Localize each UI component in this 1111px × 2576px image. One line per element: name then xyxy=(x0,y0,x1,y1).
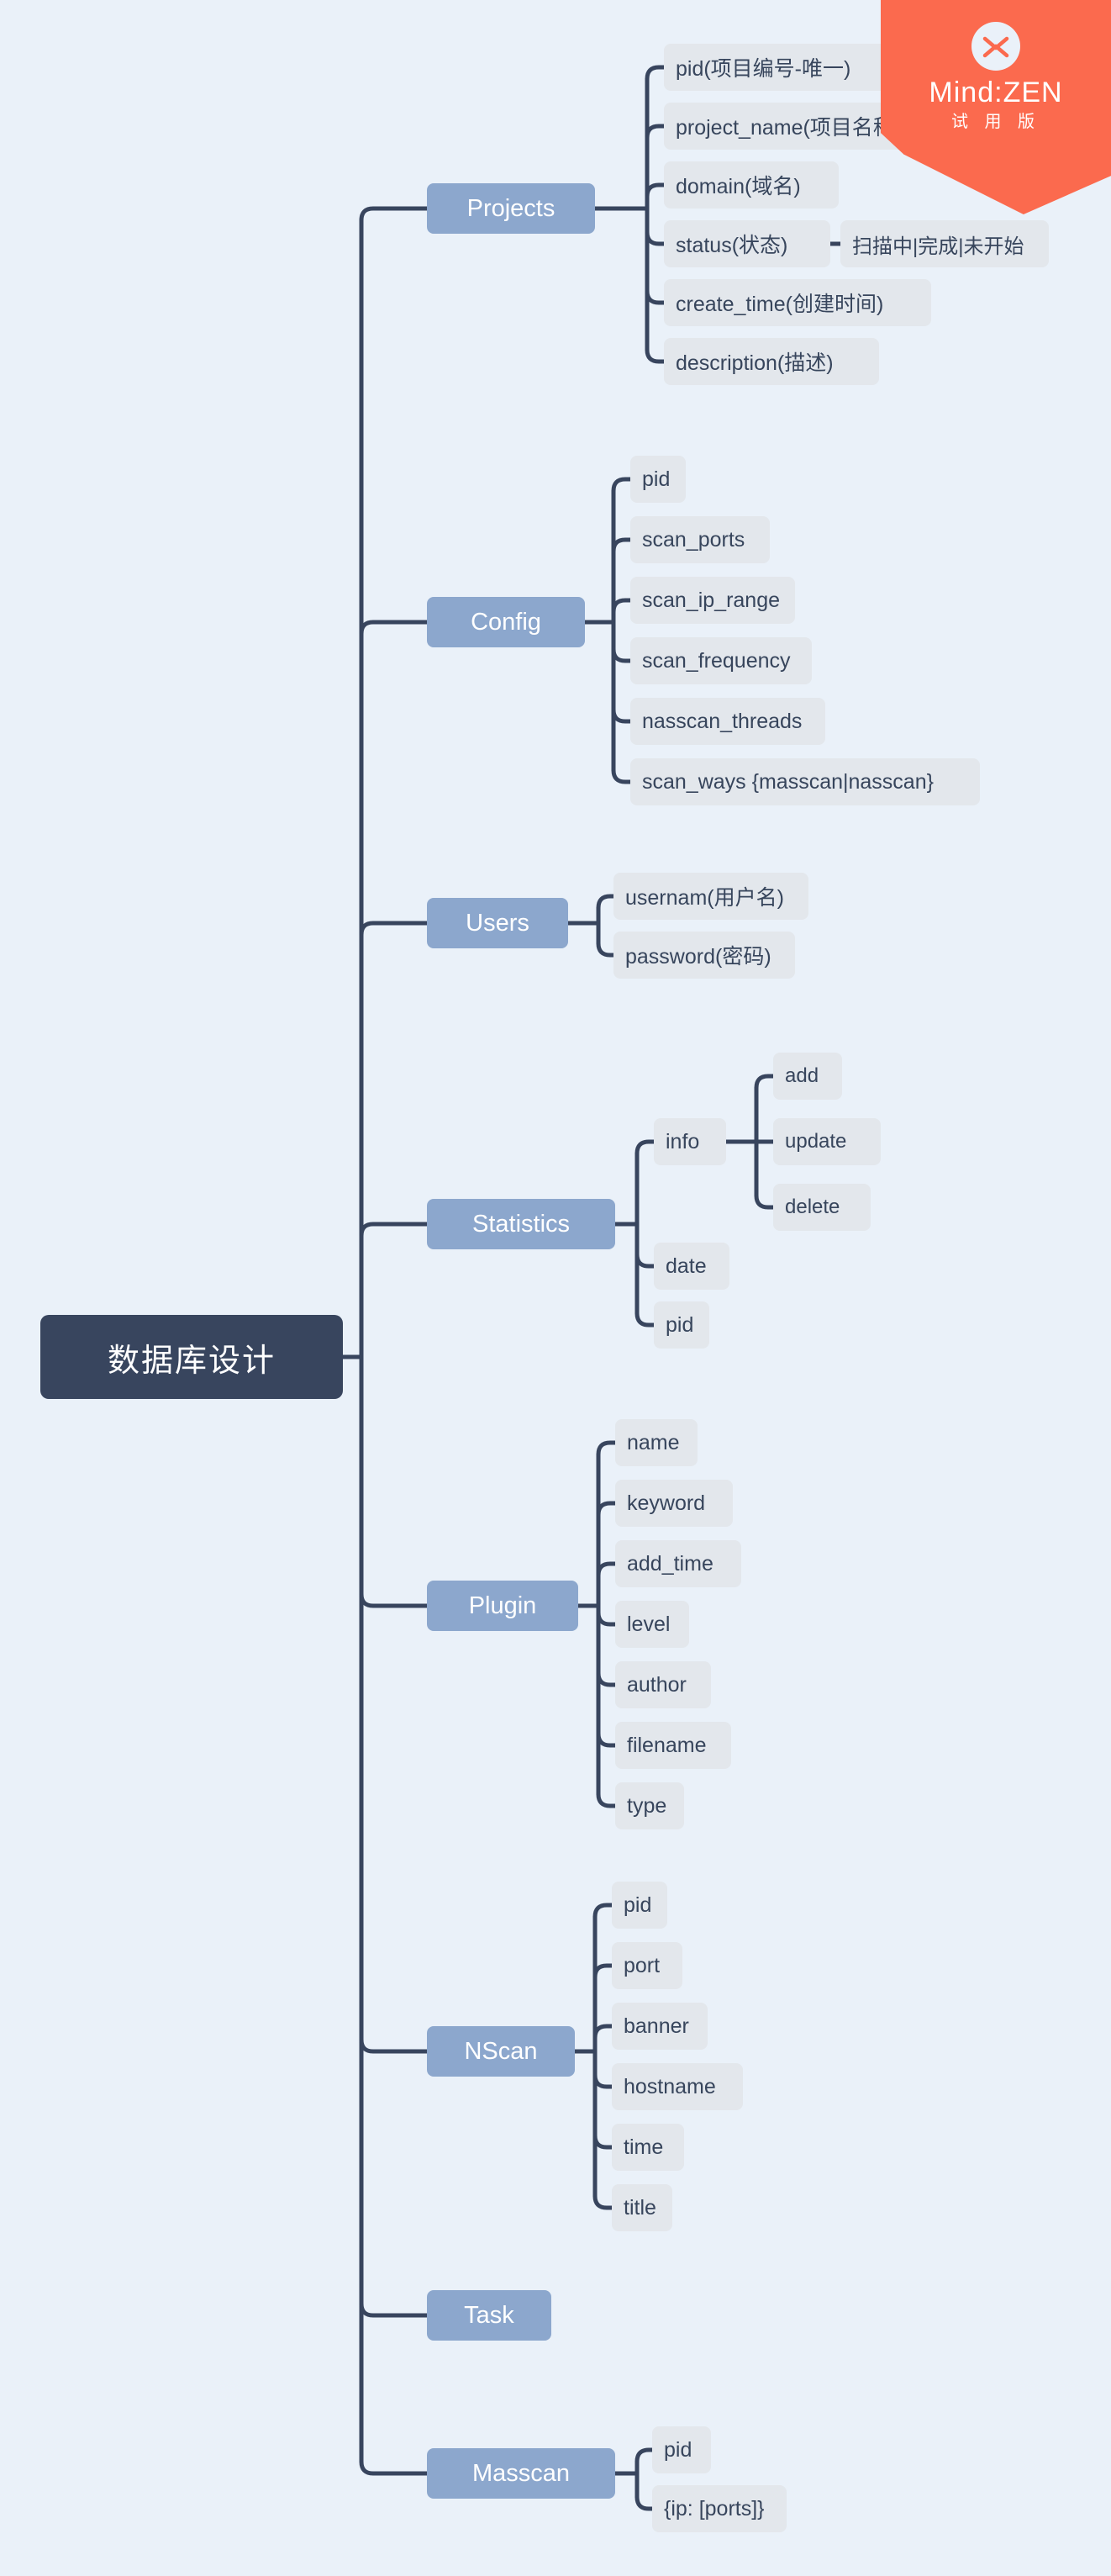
watermark-title: Mind:ZEN xyxy=(929,77,1063,108)
branch-node-masscan-label: Masscan xyxy=(471,2459,571,2487)
root-node[interactable]: 数据库设计 xyxy=(40,1315,343,1399)
leaf-node-pid[interactable]: pid xyxy=(630,456,686,503)
leaf-node-type-label: type xyxy=(627,1793,667,1818)
branch-node-config[interactable]: Config xyxy=(427,597,585,647)
leaf-node-hostname-label: hostname xyxy=(624,2074,716,2098)
leaf-node-update-label: update xyxy=(785,1130,847,1153)
leaf-node-pid[interactable]: pid xyxy=(654,1301,709,1349)
leaf-node-level[interactable]: level xyxy=(615,1601,689,1648)
branch-node-masscan[interactable]: Masscan xyxy=(427,2448,615,2499)
leaf-node-filename[interactable]: filename xyxy=(615,1722,731,1769)
leaf-node-time[interactable]: time xyxy=(612,2124,684,2171)
leaf-node-scan-ways-masscan-nasscan[interactable]: scan_ways {masscan|nasscan} xyxy=(630,758,980,805)
watermark-subtitle: 试 用 版 xyxy=(950,113,1041,131)
branch-node-nscan[interactable]: NScan xyxy=(427,2026,575,2077)
branch-node-config-label: Config xyxy=(471,608,541,636)
leaf-node-usernam[interactable]: usernam(用户名) xyxy=(613,873,808,920)
leaf-node-pid[interactable]: pid(项目编号-唯一) xyxy=(664,44,889,91)
branch-node-projects-label: Projects xyxy=(466,194,556,222)
leaf-node-delete[interactable]: delete xyxy=(773,1184,871,1231)
leaf-node-port-label: port xyxy=(624,1953,661,1977)
leaf-node-info[interactable]: info xyxy=(654,1118,726,1165)
leaf-node-nasscan-threads-label: nasscan_threads xyxy=(642,709,803,733)
leaf-node-scan-ip-range-label: scan_ip_range xyxy=(642,588,781,612)
leaf-node-pid-label: pid xyxy=(642,467,671,491)
root-node-label: 数据库设计 xyxy=(107,1343,276,1379)
leaf-node-author-label: author xyxy=(627,1672,687,1697)
leaf-node-date[interactable]: date xyxy=(654,1243,729,1290)
leaf-node-status[interactable]: status(状态) xyxy=(664,220,830,267)
branch-node-statistics-label: Statistics xyxy=(471,1210,571,1238)
leaf-node-scan-frequency-label: scan_frequency xyxy=(642,648,791,673)
leaf-node-create-time[interactable]: create_time(创建时间) xyxy=(664,279,931,326)
mindmap-canvas: 数据库设计 Projects pid(项目编号-唯一) project_name(项目… xyxy=(0,0,1111,2576)
branch-node-projects[interactable]: Projects xyxy=(427,183,595,234)
leaf-node-password-label: password(密码) xyxy=(625,945,771,969)
leaf-node-pid[interactable]: pid xyxy=(652,2426,711,2473)
leaf-node-add-time-label: add_time xyxy=(627,1551,713,1576)
branch-node-users[interactable]: Users xyxy=(427,898,568,948)
trial-watermark: Mind:ZEN 试 用 版 xyxy=(881,0,1111,214)
leaf-node-type[interactable]: type xyxy=(615,1782,684,1829)
leaf-node-ip-ports[interactable]: {ip: [ports]} xyxy=(652,2485,787,2532)
leaf-node-create-time-label: create_time(创建时间) xyxy=(676,293,884,316)
branch-node-plugin[interactable]: Plugin xyxy=(427,1581,578,1631)
branch-node-nscan-label: NScan xyxy=(464,2037,538,2065)
leaf-node-usernam-label: usernam(用户名) xyxy=(625,886,784,910)
leaf-node-domain-label: domain(域名) xyxy=(676,175,801,198)
leaf-node-add[interactable]: add xyxy=(773,1053,842,1100)
leaf-node-scan-ip-range[interactable]: scan_ip_range xyxy=(630,577,795,624)
watermark-inner: Mind:ZEN 试 用 版 xyxy=(881,0,1111,135)
leaf-node-banner-label: banner xyxy=(624,2014,689,2038)
leaf-node-author[interactable]: author xyxy=(615,1661,711,1708)
branch-node-plugin-label: Plugin xyxy=(468,1592,537,1619)
branch-node-task[interactable]: Task xyxy=(427,2290,551,2341)
leaf-node-date-label: date xyxy=(666,1254,707,1278)
leaf-node-time-label: time xyxy=(624,2135,664,2159)
leaf-node-delete-label: delete xyxy=(785,1196,840,1218)
branch-node-task-label: Task xyxy=(464,2301,514,2329)
leaf-node-hostname[interactable]: hostname xyxy=(612,2063,743,2110)
leaf-node-pid-label: pid xyxy=(624,1892,652,1917)
leaf-node-scan-ways-masscan-nasscan-label: scan_ways {masscan|nasscan} xyxy=(642,769,934,794)
leaf-node-status-label: status(状态) xyxy=(676,234,788,257)
leaf-node-level-label: level xyxy=(627,1612,671,1636)
connector-lines xyxy=(340,65,893,2511)
leaf-node-pid-label: pid xyxy=(664,2437,692,2462)
leaf-node-domain[interactable]: domain(域名) xyxy=(664,161,839,209)
leaf-node-keyword-label: keyword xyxy=(627,1491,706,1515)
leaf-node-add-time[interactable]: add_time xyxy=(615,1540,741,1587)
leaf-node-title-label: title xyxy=(624,2195,656,2220)
branch-node-statistics[interactable]: Statistics xyxy=(427,1199,615,1249)
leaf-node-node[interactable]: 扫描中|完成|未开始 xyxy=(840,220,1049,267)
leaf-node-update[interactable]: update xyxy=(773,1118,881,1165)
leaf-node-nasscan-threads[interactable]: nasscan_threads xyxy=(630,698,825,745)
leaf-node-title[interactable]: title xyxy=(612,2184,672,2231)
leaf-node-password[interactable]: password(密码) xyxy=(613,932,795,979)
leaf-node-description-label: description(描述) xyxy=(676,351,834,375)
leaf-node-ip-ports-label: {ip: [ports]} xyxy=(664,2496,765,2521)
leaf-node-banner[interactable]: banner xyxy=(612,2003,708,2050)
leaf-node-project-name-label: project_name(项目名称) xyxy=(676,116,902,140)
leaf-node-name-label: name xyxy=(627,1430,680,1454)
branch-node-users-label: Users xyxy=(466,909,529,937)
leaf-node-port[interactable]: port xyxy=(612,1942,682,1989)
leaf-node-scan-frequency[interactable]: scan_frequency xyxy=(630,637,812,684)
leaf-node-info-label: info xyxy=(666,1129,700,1153)
leaf-node-node-label: 扫描中|完成|未开始 xyxy=(852,235,1024,258)
leaf-node-description[interactable]: description(描述) xyxy=(664,338,879,385)
leaf-node-name[interactable]: name xyxy=(615,1419,698,1466)
leaf-node-filename-label: filename xyxy=(627,1733,707,1757)
leaf-node-pid-label: pid xyxy=(666,1312,694,1337)
leaf-node-pid[interactable]: pid xyxy=(612,1882,667,1929)
leaf-node-keyword[interactable]: keyword xyxy=(615,1480,733,1527)
leaf-node-scan-ports[interactable]: scan_ports xyxy=(630,516,770,563)
leaf-node-add-label: add xyxy=(785,1064,819,1087)
leaf-node-pid-label: pid(项目编号-唯一) xyxy=(676,57,851,81)
mindzen-x-logo-icon xyxy=(971,22,1020,71)
leaf-node-scan-ports-label: scan_ports xyxy=(642,527,745,552)
